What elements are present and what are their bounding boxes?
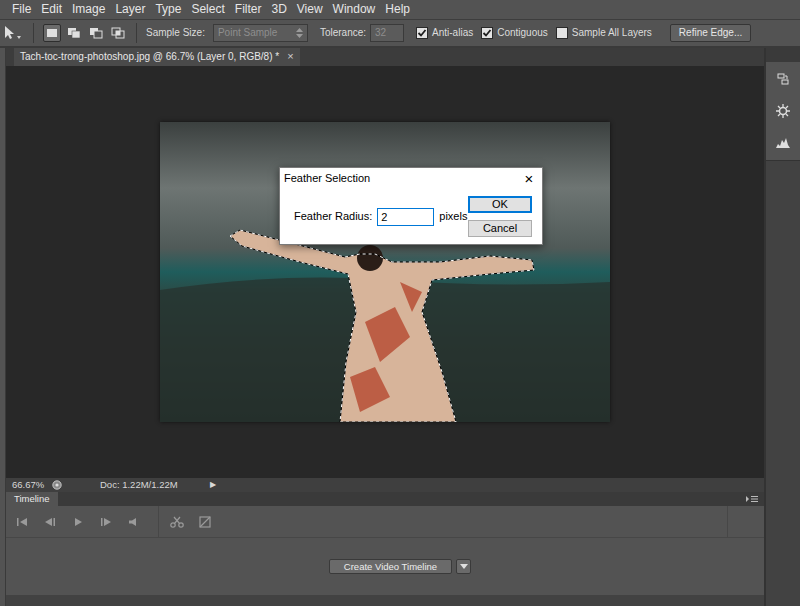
panel-dock — [764, 48, 800, 606]
checkbox-row[interactable]: Anti-alias — [416, 27, 473, 39]
tolerance-field[interactable]: 32 — [370, 24, 404, 42]
dialog-title-bar: Feather Selection × — [280, 168, 542, 189]
feather-radius-label: Feather Radius: — [294, 210, 372, 223]
refine-edge-button[interactable]: Refine Edge... — [670, 24, 751, 42]
dialog-title: Feather Selection — [284, 172, 370, 185]
first-frame-icon[interactable] — [12, 512, 32, 532]
tolerance-group: Tolerance: 32 — [320, 24, 404, 42]
document-size: Doc: 1.22M/1.22M — [100, 479, 178, 490]
timeline-type-dropdown-icon[interactable] — [456, 559, 471, 574]
document-title: Tach-toc-trong-photoshop.jpg @ 66.7% (La… — [20, 51, 279, 63]
separator — [136, 23, 137, 43]
scissors-icon[interactable] — [167, 512, 187, 532]
dialog-close-button[interactable]: × — [520, 171, 538, 186]
panel-footer — [6, 595, 764, 606]
menu-item[interactable]: Image — [67, 0, 110, 19]
sample-size-label: Sample Size: — [146, 27, 205, 39]
subtract-from-selection-icon[interactable] — [87, 24, 105, 42]
transition-icon[interactable] — [195, 512, 215, 532]
tolerance-value: 32 — [375, 27, 386, 39]
menu-item[interactable]: View — [292, 0, 328, 19]
menu-item[interactable]: 3D — [266, 0, 291, 19]
checkbox-group: Anti-alias Contiguous Sample All Layers — [416, 27, 652, 39]
checkbox[interactable] — [416, 27, 428, 39]
menu-item[interactable]: Layer — [110, 0, 150, 19]
checkbox-label: Sample All Layers — [572, 27, 652, 39]
create-video-timeline-button[interactable]: Create Video Timeline — [329, 559, 452, 574]
checkbox-label: Anti-alias — [432, 27, 473, 39]
feather-selection-dialog: Feather Selection × Feather Radius: pixelsO… — [279, 167, 543, 245]
sample-size-dropdown[interactable]: Point Sample — [213, 24, 308, 42]
menu-item[interactable]: Window — [328, 0, 381, 19]
timeline-panel: Create Video Timeline — [6, 506, 764, 595]
panel-menu-icon[interactable] — [746, 495, 758, 503]
audio-icon[interactable] — [124, 512, 144, 532]
separator — [727, 506, 728, 538]
cancel-button[interactable]: Cancel — [468, 220, 532, 237]
new-selection-icon[interactable] — [43, 24, 61, 42]
menu-item[interactable]: Select — [186, 0, 229, 19]
checkbox[interactable] — [481, 27, 493, 39]
checkbox[interactable] — [556, 27, 568, 39]
separator — [158, 506, 159, 538]
menu-item[interactable]: Help — [380, 0, 415, 19]
selection-modes — [43, 24, 127, 42]
checkbox-row[interactable]: Sample All Layers — [556, 27, 652, 39]
timeline-tab[interactable]: Timeline — [6, 492, 58, 506]
add-to-selection-icon[interactable] — [65, 24, 83, 42]
dock-header — [766, 48, 800, 62]
workspace: Tach-toc-trong-photoshop.jpg @ 66.7% (La… — [0, 48, 800, 606]
document-area: Tach-toc-trong-photoshop.jpg @ 66.7% (La… — [6, 48, 764, 606]
timeline-controls — [6, 506, 764, 538]
status-bar: 66.67% Doc: 1.22M/1.22M ▶ — [6, 478, 764, 492]
feather-radius-row: Feather Radius: pixels — [294, 208, 467, 226]
checkbox-label: Contiguous — [497, 27, 548, 39]
checkbox-row[interactable]: Contiguous — [481, 27, 548, 39]
dialog-buttons: OK Cancel — [468, 196, 532, 237]
dock-icons — [766, 62, 800, 161]
intersect-selection-icon[interactable] — [109, 24, 127, 42]
timeline-header: Timeline — [6, 492, 764, 506]
play-icon[interactable] — [68, 512, 88, 532]
menu-item[interactable]: Filter — [230, 0, 267, 19]
options-bar: Sample Size: Point Sample Tolerance: 32 Anti… — [0, 20, 800, 48]
history-icon[interactable] — [772, 68, 794, 90]
separator — [33, 23, 34, 43]
spin-arrows-icon — [296, 28, 303, 38]
feather-radius-input[interactable] — [377, 208, 434, 226]
sample-size-value: Point Sample — [218, 27, 277, 39]
status-menu-arrow[interactable]: ▶ — [210, 480, 216, 490]
quick-selection-tool-icon[interactable] — [2, 24, 24, 42]
zoom-level[interactable]: 66.67% — [12, 479, 52, 490]
tolerance-label: Tolerance: — [320, 27, 366, 39]
dialog-body: Feather Radius: pixelsOK Cancel — [280, 189, 542, 244]
document-tab-bar: Tach-toc-trong-photoshop.jpg @ 66.7% (La… — [6, 48, 764, 66]
create-timeline-row: Create Video Timeline — [6, 538, 764, 595]
menu-item[interactable]: Edit — [36, 0, 67, 19]
tab-close-button[interactable]: × — [287, 50, 293, 63]
adjustments-icon[interactable] — [772, 100, 794, 122]
canvas: Feather Selection × Feather Radius: pixelsO… — [6, 66, 764, 478]
document-tab[interactable]: Tach-toc-trong-photoshop.jpg @ 66.7% (La… — [14, 48, 300, 66]
menu-bar: FileEditImageLayerTypeSelectFilter3DView… — [0, 0, 800, 20]
next-frame-icon[interactable] — [96, 512, 116, 532]
histogram-icon[interactable] — [772, 132, 794, 154]
unit-label: pixels — [439, 210, 467, 223]
proof-icon[interactable] — [52, 480, 62, 490]
previous-frame-icon[interactable] — [40, 512, 60, 532]
menu-item[interactable]: Type — [150, 0, 186, 19]
menu-item[interactable]: File — [7, 0, 36, 19]
ok-button[interactable]: OK — [468, 196, 532, 213]
